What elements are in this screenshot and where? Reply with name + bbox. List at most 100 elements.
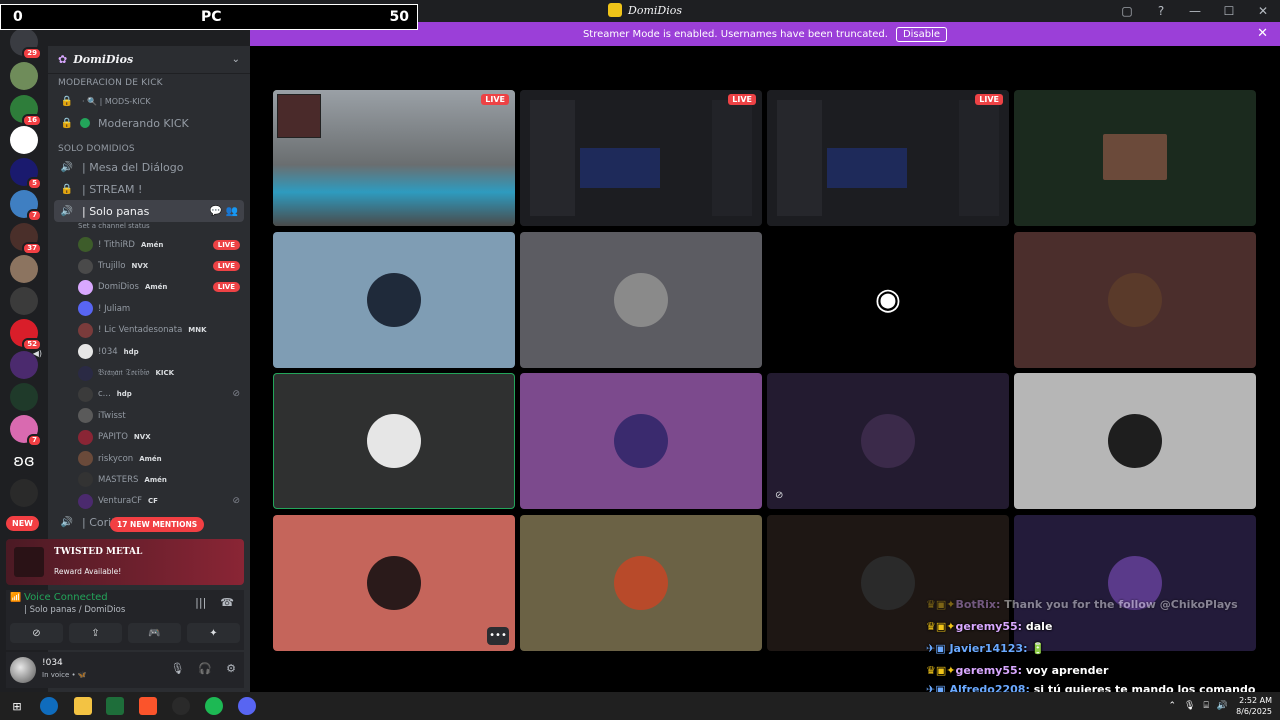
server-icon[interactable] — [10, 383, 38, 411]
channel-mods-kick[interactable]: 🔒 · 🔍 | MODS-KICK — [48, 90, 250, 112]
clock-time: 2:52 AM — [1239, 696, 1272, 705]
server-icon[interactable] — [10, 62, 38, 90]
minimize-button[interactable]: — — [1178, 0, 1212, 22]
microphone-icon[interactable]: 🎙 — [1184, 701, 1195, 711]
avatar — [78, 493, 93, 509]
server-icon[interactable] — [10, 287, 38, 315]
close-button[interactable]: ✕ — [1246, 0, 1280, 22]
help-icon[interactable]: ? — [1144, 0, 1178, 22]
voice-user[interactable]: MASTERS Amén — [48, 469, 250, 490]
live-badge[interactable]: LIVE — [212, 239, 240, 250]
voice-user[interactable]: ! Juliam — [48, 298, 250, 319]
user-name[interactable]: !034 — [42, 658, 63, 668]
voice-user[interactable]: riskycon Amén — [48, 448, 250, 469]
server-icon[interactable] — [10, 255, 38, 283]
chat-and-invite-icons[interactable]: 💬 👥 — [210, 206, 238, 217]
new-servers-pill[interactable]: NEW — [6, 516, 39, 531]
clock[interactable]: 2:52 AM 8/6/2025 — [1236, 695, 1272, 717]
channel-mesa-del-dialogo[interactable]: 🔊 | Mesa del Diálogo — [48, 156, 250, 178]
chat-text: Thank you for the follow @ChikoPlays — [1000, 598, 1238, 611]
voice-user[interactable]: 𝔅𝔯𝔞𝔶𝔞𝔫 𝔗𝔬𝔯𝔦𝔟𝔦𝔬 KICK — [48, 362, 250, 383]
server-icon[interactable]: 52 — [10, 319, 42, 351]
inbox-icon[interactable]: ▢ — [1110, 0, 1144, 22]
channel-moderando-kick[interactable]: 🔒 Moderando KICK — [48, 112, 250, 134]
volume-icon[interactable]: 🔊 — [1217, 701, 1228, 711]
voice-user-tag: MNK — [188, 326, 207, 335]
disable-streamer-mode-button[interactable]: Disable — [895, 26, 948, 42]
disconnect-icon[interactable]: ☎ — [220, 596, 234, 609]
voice-user[interactable]: ! Lic Ventadesonata MNK — [48, 320, 250, 341]
headphones-icon[interactable]: 🎧 — [198, 662, 212, 675]
maximize-button[interactable]: ☐ — [1212, 0, 1246, 22]
voice-user-tag: KICK — [155, 369, 175, 378]
voice-status[interactable]: Voice Connected — [24, 592, 108, 603]
reward-card[interactable]: TWISTED METAL Reward Available! — [6, 539, 244, 585]
avatar — [78, 408, 93, 424]
live-badge[interactable]: LIVE — [212, 261, 240, 272]
voice-user[interactable]: Trujillo NVX LIVE — [48, 255, 250, 276]
stream-tile[interactable]: LIVE — [767, 90, 1009, 226]
participant-tile[interactable]: ••• — [273, 514, 515, 651]
category-moderacion[interactable]: MODERACION DE KICK — [48, 76, 250, 90]
discord-taskbar-icon[interactable] — [238, 697, 256, 715]
participant-tile[interactable] — [1014, 373, 1256, 509]
channel-stream[interactable]: 🔒 | STREAM ! — [48, 178, 250, 200]
stream-tile[interactable]: LIVE — [520, 90, 762, 226]
category-solo-domidios[interactable]: SOLO DOMIDIOS — [48, 142, 250, 156]
spotify-icon[interactable] — [205, 697, 223, 715]
obs-icon[interactable] — [172, 697, 190, 715]
network-icon[interactable]: ⌸ — [1203, 701, 1208, 711]
participant-tile[interactable] — [1014, 90, 1256, 226]
voice-user[interactable]: ! TithiRD Amén LIVE — [48, 234, 250, 255]
gear-icon[interactable]: ⚙ — [226, 662, 236, 675]
server-icon[interactable]: 37 — [10, 223, 42, 255]
server-icon[interactable]: 5 — [10, 158, 42, 190]
participant-tile[interactable] — [273, 231, 515, 368]
server-icon[interactable]: 16 — [10, 95, 42, 127]
noise-suppression-icon[interactable]: ||| — [195, 596, 206, 609]
terminal-icon[interactable] — [106, 697, 124, 715]
participant-tile[interactable] — [1014, 231, 1256, 368]
chevron-up-icon[interactable]: ⌃ — [1168, 701, 1176, 711]
stream-tile[interactable]: LIVE — [273, 90, 515, 226]
voice-user[interactable]: DomiDios Amén LIVE — [48, 277, 250, 298]
file-explorer-icon[interactable] — [74, 697, 92, 715]
server-icon[interactable] — [10, 479, 38, 507]
camera-off-button[interactable]: ⊘ — [10, 623, 63, 643]
participant-tile[interactable]: ⊘ — [767, 373, 1009, 509]
voice-user[interactable]: iTwisst — [48, 405, 250, 426]
server-icon[interactable] — [10, 126, 38, 154]
voice-user[interactable]: !034 hdp — [48, 341, 250, 362]
participant-tile[interactable] — [520, 231, 762, 368]
microphone-icon[interactable]: 🎙 — [170, 662, 184, 675]
participant-tile[interactable]: ◉ — [767, 231, 1009, 368]
new-mentions-pill[interactable]: 17 NEW MENTIONS — [110, 517, 205, 532]
voice-location[interactable]: | Solo panas / DomiDios — [24, 605, 125, 615]
more-options-button[interactable]: ••• — [487, 626, 509, 645]
butterfly-server-icon[interactable]: ʚɞ — [10, 447, 38, 475]
voice-user[interactable]: VenturaCF CF ⊘ — [48, 491, 250, 512]
soundboard-button[interactable]: ✦ — [187, 623, 240, 643]
participant-tile[interactable] — [520, 373, 762, 509]
voice-user-tag: CF — [148, 497, 158, 506]
windows-start-icon[interactable]: ⊞ — [8, 697, 26, 715]
server-icon[interactable]: 29 — [10, 28, 42, 60]
edge-icon[interactable] — [40, 697, 58, 715]
server-icon[interactable]: 7 — [10, 190, 42, 222]
activities-button[interactable]: 🎮 — [128, 623, 181, 643]
avatar[interactable] — [10, 657, 36, 683]
voice-user[interactable]: c... hdp ⊘ — [48, 384, 250, 405]
server-icon[interactable]: ◀) — [10, 349, 42, 379]
participant-tile[interactable] — [520, 514, 762, 651]
close-icon[interactable]: ✕ — [1257, 26, 1268, 41]
live-badge[interactable]: LIVE — [212, 282, 240, 293]
brave-icon[interactable] — [139, 697, 157, 715]
server-icon[interactable]: 7 — [10, 415, 42, 447]
channel-solo-panas[interactable]: 🔊 | Solo panas 💬 👥 — [54, 200, 244, 222]
participant-tile[interactable] — [273, 373, 515, 509]
channel-label: | STREAM ! — [82, 182, 143, 196]
share-screen-button[interactable]: ⇪ — [69, 623, 122, 643]
server-header[interactable]: ✿ DomiDios ⌄ — [48, 46, 250, 74]
voice-user[interactable]: PAPITO NVX — [48, 427, 250, 448]
channel-status-prompt[interactable]: Set a channel status — [78, 222, 250, 234]
